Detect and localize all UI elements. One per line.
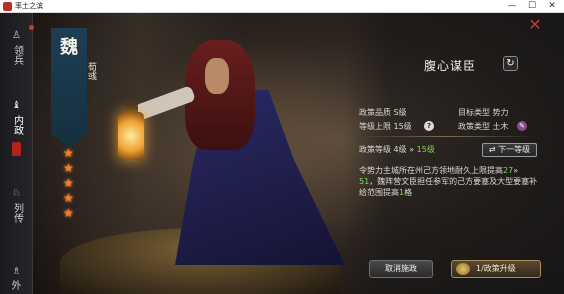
desc-value-next: 51 <box>359 177 370 186</box>
maximize-button[interactable]: ☐ <box>522 0 542 13</box>
desc-part1: 令势力主城所在州己方领地耐久上限提高 <box>359 166 503 175</box>
active-seal-icon <box>12 142 21 156</box>
next-level-value: 15级 <box>416 145 435 154</box>
construction-icon: ✎ <box>517 121 527 131</box>
sidebar-item-diplomacy[interactable]: ♗ 外 <box>0 266 33 293</box>
close-icon[interactable]: ✕ <box>526 16 544 34</box>
help-icon[interactable]: ? <box>424 121 434 131</box>
soldier-icon: ♙ <box>12 30 21 41</box>
biography-icon: ♘ <box>12 188 21 199</box>
refresh-icon[interactable]: ↻ <box>503 56 518 71</box>
desc-value-current: 27 <box>503 166 514 175</box>
app-icon <box>3 2 12 11</box>
sidebar-item-label: 领兵 <box>11 45 23 65</box>
sidebar-item-label: 内政 <box>11 115 23 135</box>
level-arrow: » <box>409 145 415 154</box>
sidebar-item-label: 外 <box>11 281 22 292</box>
sidebar-item-biography[interactable]: ♘ 列传 <box>0 188 33 227</box>
lantern <box>118 112 144 160</box>
star-icon: ★ <box>63 176 74 190</box>
policy-type: 政策类型 土木 <box>458 122 509 131</box>
upgrade-label: 1/政策升级 <box>476 264 516 273</box>
sidebar-item-governance[interactable]: ♝ 内政 <box>0 100 33 156</box>
max-level: 等级上限 15级 <box>359 122 412 131</box>
cancel-policy-button[interactable]: 取消施政 <box>369 260 433 278</box>
diplomacy-icon: ♗ <box>12 266 21 277</box>
desc-part2: ，魏阵营文臣担任参军的己方要塞及大型要塞补给范围提高 <box>359 177 538 197</box>
sidebar-item-label: 列传 <box>11 203 23 223</box>
window-title: 率土之滨 <box>15 2 43 10</box>
lantern-cap <box>124 104 138 112</box>
desc-arrow: » <box>513 166 519 175</box>
faction-char: 魏 <box>60 37 78 58</box>
next-level-button[interactable]: ⇄ 下一等级 <box>482 143 537 157</box>
policy-title: 腹心谋臣 <box>423 59 476 73</box>
general-hair <box>185 40 255 150</box>
policy-quality: 政策品质 S级 <box>359 108 407 117</box>
policy-description: 令势力主城所在州己方领地耐久上限提高27» 51，魏阵营文臣担任参军的己方要塞及大… <box>359 165 539 198</box>
minimize-button[interactable]: — <box>502 0 522 13</box>
upgrade-token-icon <box>456 263 470 275</box>
star-icon: ★ <box>63 191 74 205</box>
general-face <box>205 58 229 94</box>
current-level: 政策等级 4级 <box>359 145 407 154</box>
window-titlebar: 率土之滨 — ☐ ✕ <box>0 0 564 13</box>
governance-icon: ♝ <box>12 100 21 111</box>
target-type: 目标类型 势力 <box>458 108 509 117</box>
desc-part3: 格 <box>404 188 413 197</box>
star-icon: ★ <box>63 161 74 175</box>
general-name: 荀彧 <box>86 62 96 80</box>
policy-level: 政策等级 4级 » 15级 <box>359 145 435 155</box>
star-icon: ★ <box>63 206 74 220</box>
window-close-button[interactable]: ✕ <box>542 0 562 13</box>
sidebar-item-soldiers[interactable]: ♙ 领兵 <box>0 30 33 69</box>
star-icon: ★ <box>63 146 74 160</box>
divider <box>358 136 536 137</box>
